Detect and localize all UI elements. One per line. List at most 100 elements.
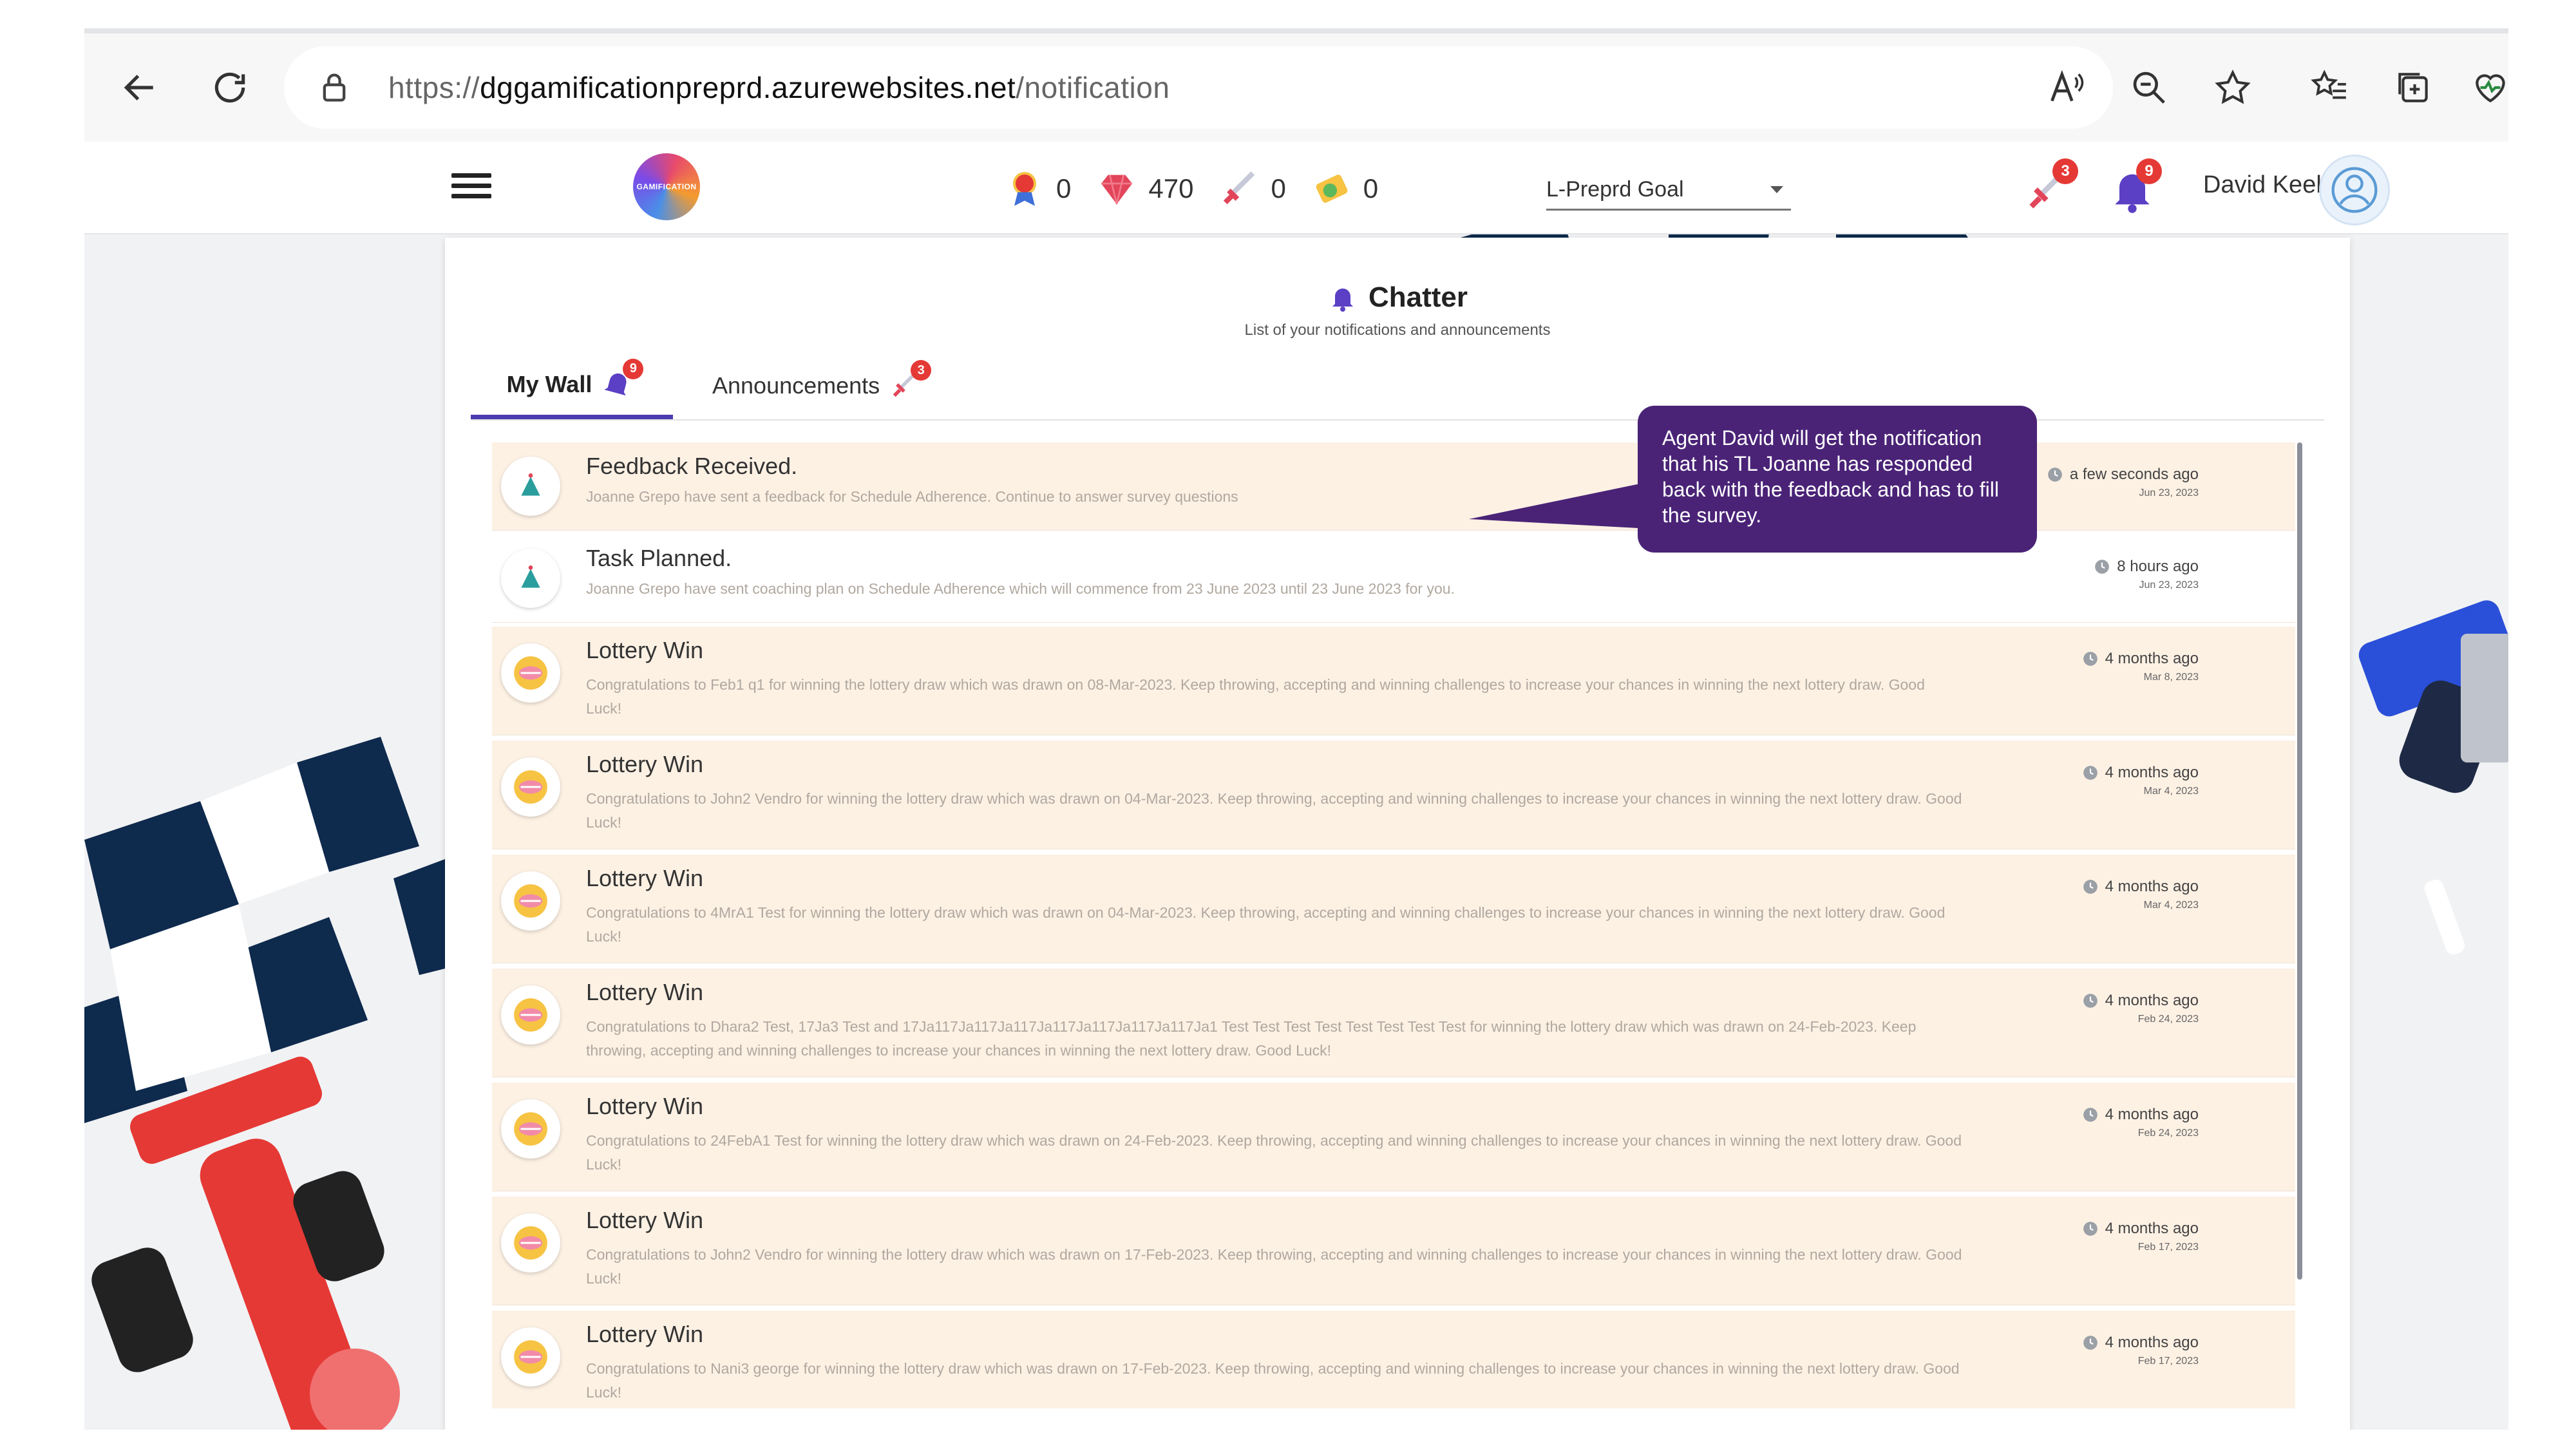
relative-time: 4 months ago [2105,878,2199,895]
clock-icon [2095,560,2110,574]
sword-icon: 3 [889,360,932,404]
notification-title: Lottery Win [586,865,704,891]
notification-date: Feb 17, 2023 [2137,1242,2199,1253]
favorites-icon[interactable] [2300,58,2359,117]
avatar[interactable] [2319,155,2390,225]
task-icon [501,549,560,608]
notification-time: 8 hours ago Jun 23, 2023 [2094,558,2199,591]
notification-title: Lottery Win [586,979,704,1005]
notification-title: Lottery Win [586,1321,704,1347]
relative-time: 8 hours ago [2117,558,2199,575]
tab-badge: 3 [911,360,932,381]
tab-my-wall[interactable]: My Wall 9 [471,354,673,419]
notification-body: Congratulations to 24FebA1 Test for winn… [586,1132,1962,1173]
notification-time: a few seconds ago Jun 23, 2023 [2047,466,2199,499]
relative-time: 4 months ago [2105,650,2199,667]
notification-date: Mar 4, 2023 [2143,786,2199,797]
clock-icon [2083,1222,2098,1236]
tab-badge: 9 [623,358,644,379]
browser-window: https://dggamificationpreprd.azurewebsit… [84,28,2508,1430]
health-icon[interactable] [2461,58,2508,117]
lottery-icon [501,643,560,703]
relative-time: 4 months ago [2105,764,2199,781]
user-name[interactable]: David Keel [2203,171,2322,199]
bell-icon: 9 [601,358,644,402]
lock-icon[interactable] [317,69,355,106]
badge-icon [1002,166,1047,211]
notification-title: Lottery Win [586,1093,704,1119]
url-text: https://dggamificationpreprd.azurewebsit… [388,71,1170,104]
stats-bar: 0 470 0 0 [1002,160,1392,218]
url-field[interactable]: https://dggamificationpreprd.azurewebsit… [284,46,2113,129]
lottery-icon [501,757,560,817]
callout-pointer [1469,479,1662,529]
clock-icon [2083,994,2098,1008]
token-count: 0 [1363,173,1379,204]
notification-title: Feedback Received. [586,453,798,479]
notifications-button[interactable]: 9 [2107,158,2162,215]
relative-time: 4 months ago [2105,1334,2199,1351]
notification-date: Mar 8, 2023 [2143,672,2199,683]
notification-title: Lottery Win [586,751,704,777]
goal-select[interactable]: L-Preprd Goal [1546,170,1791,211]
collections-icon[interactable] [2383,58,2443,117]
notification-body: Joanne Grepo have sent coaching plan on … [586,580,1455,597]
annotation-callout: Agent David will get the notification th… [1638,406,2037,553]
notification-body: Congratulations to Nani3 george for winn… [586,1360,1960,1401]
list-item[interactable]: Lottery Win Congratulations to Nani3 geo… [492,1311,2295,1408]
sword-icon [1217,166,1262,211]
zoom-out-icon[interactable] [2119,58,2179,117]
list-item[interactable]: Lottery Win Congratulations to John2 Ven… [492,741,2295,849]
feedback-icon [501,457,560,516]
menu-icon[interactable] [451,167,491,206]
callout-text: Agent David will get the notification th… [1662,426,1999,527]
lottery-icon [501,1327,560,1387]
user-icon [2331,167,2378,213]
clock-icon [2083,1108,2098,1122]
scrollbar[interactable] [2297,442,2302,1280]
lottery-icon [501,985,560,1045]
notification-body: Congratulations to John2 Vendro for winn… [586,790,1962,831]
notification-date: Jun 23, 2023 [2139,488,2199,498]
bell-icon [1332,289,1353,312]
notification-body: Congratulations to 4MrA1 Test for winnin… [586,904,1946,945]
tab-announcements[interactable]: Announcements 3 [712,354,944,418]
list-item[interactable]: Lottery Win Congratulations to 24FebA1 T… [492,1083,2295,1191]
notification-date: Feb 24, 2023 [2137,1128,2199,1139]
notification-time: 4 months ago Feb 17, 2023 [2082,1220,2199,1253]
notification-time: 4 months ago Feb 17, 2023 [2082,1334,2199,1367]
back-icon[interactable] [110,58,169,117]
list-item[interactable]: Lottery Win Congratulations to John2 Ven… [492,1197,2295,1305]
list-item[interactable]: Lottery Win Congratulations to Feb1 q1 f… [492,627,2295,735]
relative-time: a few seconds ago [2069,466,2199,483]
app-logo[interactable]: GAMIFICATION [633,153,700,220]
badge-count: 0 [1056,173,1072,204]
notification-date: Feb 17, 2023 [2137,1356,2199,1367]
challenge-badge: 3 [2052,158,2078,184]
clock-icon [2083,652,2098,666]
challenges-button[interactable]: 3 [2023,158,2078,215]
notification-list[interactable]: Feedback Received. Joanne Grepo have sen… [492,442,2295,1408]
clock-icon [2083,1336,2098,1350]
list-item[interactable]: Lottery Win Congratulations to 4MrA1 Tes… [492,855,2295,963]
sword-count: 0 [1271,173,1286,204]
favorite-star-icon[interactable] [2203,58,2262,117]
read-aloud-icon[interactable] [2036,58,2095,117]
clock-icon [2083,880,2098,894]
chatter-card: Chatter List of your notifications and a… [445,238,2350,1430]
refresh-icon[interactable] [200,58,260,117]
notification-time: 4 months ago Feb 24, 2023 [2082,992,2199,1025]
tab-label: Announcements [712,372,880,399]
notification-body: Congratulations to Feb1 q1 for winning t… [586,676,1925,717]
relative-time: 4 months ago [2105,992,2199,1009]
list-item[interactable]: Lottery Win Congratulations to Dhara2 Te… [492,969,2295,1077]
lottery-icon [501,1099,560,1159]
notification-body: Congratulations to John2 Vendro for winn… [586,1246,1962,1287]
chatter-header: Chatter [445,281,2350,314]
app-header: GAMIFICATION 0 470 0 0 L-Preprd Goal 3 9… [84,142,2508,234]
tab-bar: My Wall 9 Announcements 3 [471,354,2324,421]
relative-time: 4 months ago [2105,1106,2199,1123]
notification-time: 4 months ago Mar 4, 2023 [2082,878,2199,911]
lottery-icon [501,1213,560,1273]
notification-time: 4 months ago Feb 24, 2023 [2082,1106,2199,1139]
